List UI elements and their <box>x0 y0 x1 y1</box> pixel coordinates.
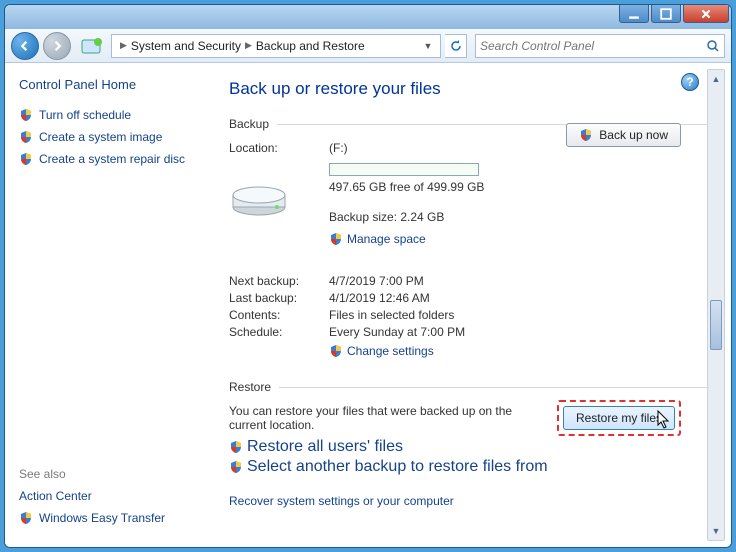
close-button[interactable] <box>683 5 729 23</box>
sidebar: Control Panel Home Turn off schedule Cre… <box>5 63 219 547</box>
breadcrumb-seg-system[interactable]: System and Security <box>131 39 241 53</box>
shield-icon <box>19 108 33 122</box>
location-label: Location: <box>229 141 329 161</box>
restore-button-highlight: Restore my files <box>557 400 681 436</box>
shield-icon <box>329 232 343 246</box>
restore-all-link[interactable]: Restore all users' files <box>247 438 403 456</box>
backup-header-label: Backup <box>229 117 269 131</box>
breadcrumb-seg-backup[interactable]: Backup and Restore <box>256 39 365 53</box>
scroll-up[interactable]: ▲ <box>708 70 724 88</box>
scrollbar[interactable]: ▲ ▼ <box>707 69 725 541</box>
main: ? ▲ ▼ Back up or restore your files Back… <box>219 63 731 547</box>
see-also-action-center[interactable]: Action Center <box>4 489 165 503</box>
last-backup-label: Last backup: <box>229 291 329 305</box>
restore-section-header: Restore <box>229 380 709 394</box>
backup-size: Backup size: 2.24 GB <box>329 210 709 230</box>
space-progress <box>329 163 479 176</box>
shield-icon <box>19 152 33 166</box>
sidebar-link-label: Create a system image <box>39 130 162 144</box>
restore-header-label: Restore <box>229 380 271 394</box>
restore-description: You can restore your files that were bac… <box>229 404 529 432</box>
sidebar-link-repair-disc[interactable]: Create a system repair disc <box>19 152 205 166</box>
link-label: Windows Easy Transfer <box>39 511 165 525</box>
shield-icon <box>19 130 33 144</box>
change-settings-link[interactable]: Change settings <box>347 344 434 358</box>
scroll-down[interactable]: ▼ <box>708 522 724 540</box>
schedule-value: Every Sunday at 7:00 PM <box>329 325 465 339</box>
page-title: Back up or restore your files <box>229 79 709 99</box>
schedule-label: Schedule: <box>229 325 329 339</box>
restore-my-files-button[interactable]: Restore my files <box>563 406 675 430</box>
manage-space-link[interactable]: Manage space <box>347 232 426 246</box>
search-icon <box>706 39 720 53</box>
navbar: ▶ System and Security ▶ Backup and Resto… <box>5 29 731 63</box>
contents-value: Files in selected folders <box>329 308 454 322</box>
window: ▶ System and Security ▶ Backup and Resto… <box>4 4 732 548</box>
see-also-header: See also <box>19 467 165 481</box>
shield-icon <box>579 128 593 142</box>
next-backup-label: Next backup: <box>229 274 329 288</box>
titlebar <box>5 5 731 29</box>
scroll-thumb[interactable] <box>710 300 722 350</box>
drive-icon <box>229 179 289 219</box>
minimize-button[interactable] <box>619 5 649 23</box>
shield-icon <box>229 440 243 454</box>
sidebar-link-label: Create a system repair disc <box>39 152 185 166</box>
help-button[interactable]: ? <box>681 73 699 91</box>
see-also: See also Action Center Windows Easy Tran… <box>19 467 165 533</box>
breadcrumb-dropdown[interactable]: ▼ <box>420 41 436 51</box>
sidebar-link-create-image[interactable]: Create a system image <box>19 130 205 144</box>
button-label: Back up now <box>599 128 668 142</box>
recover-link[interactable]: Recover system settings or your computer <box>229 494 709 508</box>
chevron-right-icon: ▶ <box>120 40 127 51</box>
see-also-easy-transfer[interactable]: Windows Easy Transfer <box>19 511 165 525</box>
maximize-button[interactable] <box>651 5 681 23</box>
contents-label: Contents: <box>229 308 329 322</box>
search-box[interactable] <box>475 34 725 58</box>
breadcrumb[interactable]: ▶ System and Security ▶ Backup and Resto… <box>111 34 441 58</box>
content: Control Panel Home Turn off schedule Cre… <box>5 63 731 547</box>
refresh-button[interactable] <box>445 34 467 58</box>
control-panel-icon <box>81 37 103 55</box>
shield-icon <box>19 511 33 525</box>
back-button[interactable] <box>11 32 39 60</box>
sidebar-link-turn-off[interactable]: Turn off schedule <box>19 108 205 122</box>
forward-button[interactable] <box>43 32 71 60</box>
sidebar-link-label: Turn off schedule <box>39 108 131 122</box>
link-label: Action Center <box>19 489 92 503</box>
search-input[interactable] <box>480 39 706 53</box>
button-label: Restore my files <box>576 411 662 425</box>
backup-now-button[interactable]: Back up now <box>566 123 681 147</box>
free-space: 497.65 GB free of 499.99 GB <box>329 180 709 200</box>
select-another-link[interactable]: Select another backup to restore files f… <box>247 458 548 476</box>
last-backup-value: 4/1/2019 12:46 AM <box>329 291 430 305</box>
shield-icon <box>229 460 243 474</box>
next-backup-value: 4/7/2019 7:00 PM <box>329 274 424 288</box>
shield-icon <box>329 344 343 358</box>
control-panel-home-link[interactable]: Control Panel Home <box>19 77 205 92</box>
chevron-right-icon: ▶ <box>245 40 252 51</box>
